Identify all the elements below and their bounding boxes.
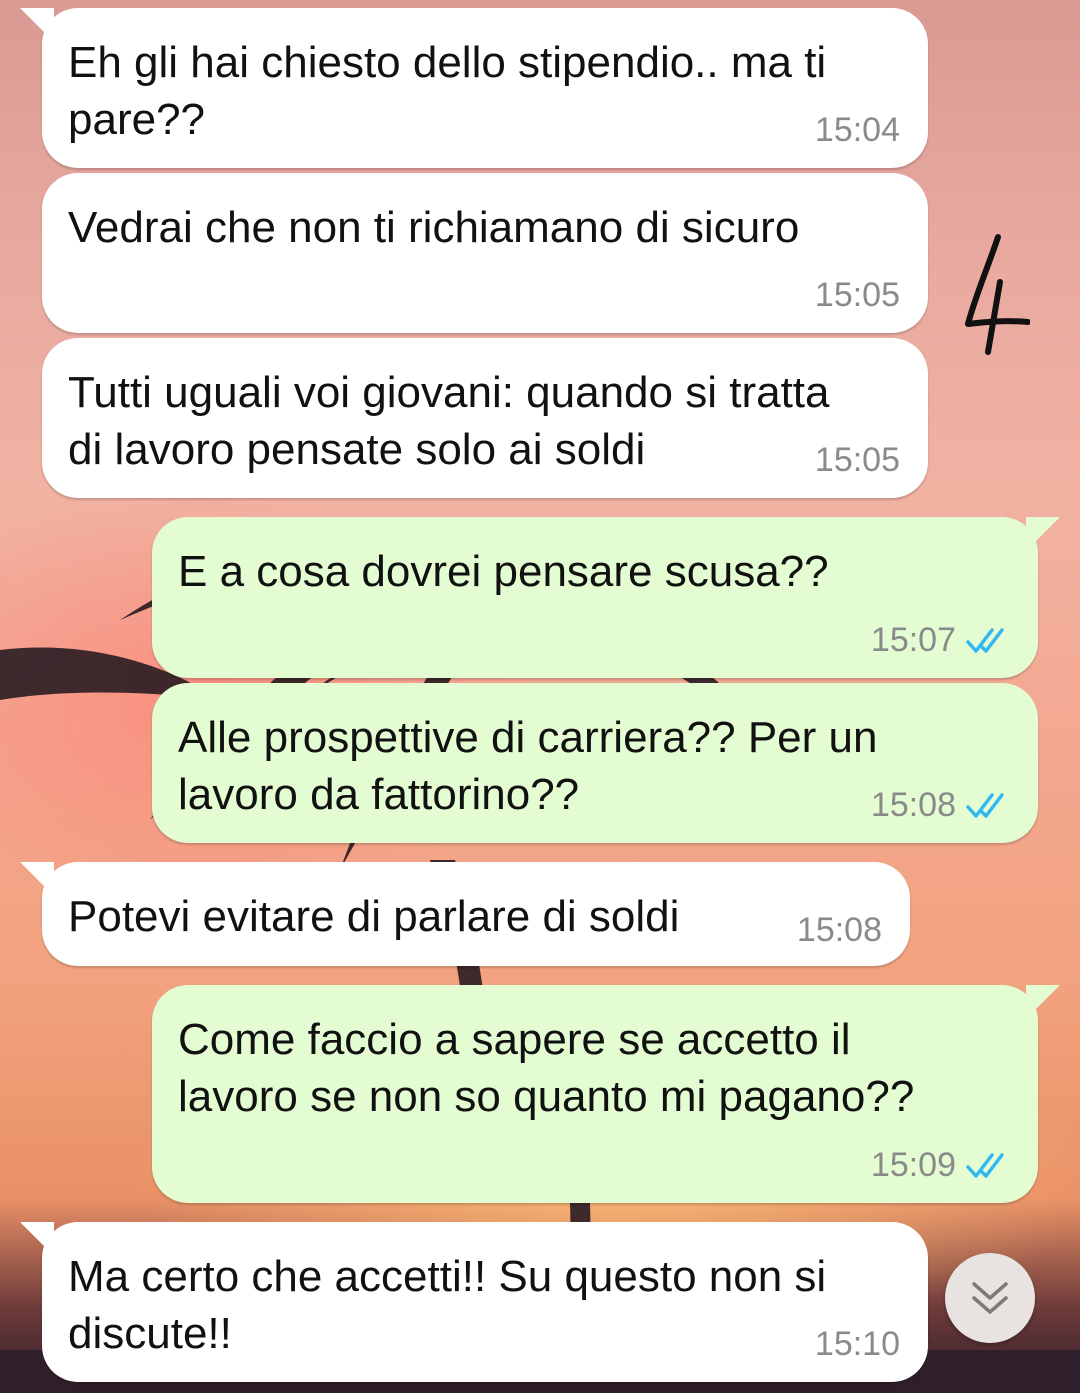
message-time: 15:04 [814,111,900,149]
scroll-to-bottom-button[interactable] [945,1253,1035,1343]
bubble-tail [1026,517,1060,551]
incoming-message[interactable]: Vedrai che non ti richiamano di sicuro 1… [42,173,928,333]
message-time: 15:05 [814,276,900,314]
outgoing-message[interactable]: E a cosa dovrei pensare scusa?? 15:07 [152,517,1060,678]
outgoing-message[interactable]: Come faccio a sapere se accetto il lavor… [152,985,1060,1203]
message-meta: 15:09 [871,1145,1010,1185]
message-meta: 15:10 [815,1324,900,1364]
message-meta: 15:04 [815,110,900,150]
handwritten-number-annotation [965,234,1030,355]
incoming-message[interactable]: Tutti uguali voi giovani: quando si trat… [42,338,928,498]
message-meta: 15:08 [797,910,882,950]
message-time: 15:07 [870,621,956,659]
message-time: 15:08 [870,786,956,824]
bubble-tail [1026,985,1060,1019]
bubble-tail [20,862,54,896]
outgoing-message[interactable]: Alle prospettive di carriera?? Per un la… [152,683,1038,843]
incoming-message[interactable]: Eh gli hai chiesto dello stipendio.. ma … [20,8,928,168]
double-check-icon [966,1153,1004,1178]
message-text: Eh gli hai chiesto dello stipendio.. ma … [68,38,827,144]
bubble-tail [20,1222,54,1256]
message-text: Vedrai che non ti richiamano di sicuro [68,203,800,252]
message-meta: 15:08 [871,785,1010,825]
double-check-icon [966,793,1004,818]
double-check-icon [966,628,1004,653]
incoming-message[interactable]: Potevi evitare di parlare di soldi 15:08 [20,862,910,966]
message-text: E a cosa dovrei pensare scusa?? [178,547,829,596]
message-time: 15:08 [796,911,882,949]
message-time: 15:09 [870,1146,956,1184]
message-meta: 15:05 [815,440,900,480]
message-text: Come faccio a sapere se accetto il lavor… [178,1015,915,1121]
message-text: Ma certo che accetti!! Su questo non si … [68,1252,827,1358]
incoming-message[interactable]: Ma certo che accetti!! Su questo non si … [20,1222,928,1382]
message-meta: 15:07 [871,620,1010,660]
bubble-tail [20,8,54,42]
message-time: 15:05 [814,441,900,479]
chevron-double-down-icon [972,1282,1008,1314]
message-meta: 15:05 [815,275,900,315]
message-text: Tutti uguali voi giovani: quando si trat… [68,368,830,474]
message-time: 15:10 [814,1325,900,1363]
message-text: Potevi evitare di parlare di soldi [68,892,680,941]
